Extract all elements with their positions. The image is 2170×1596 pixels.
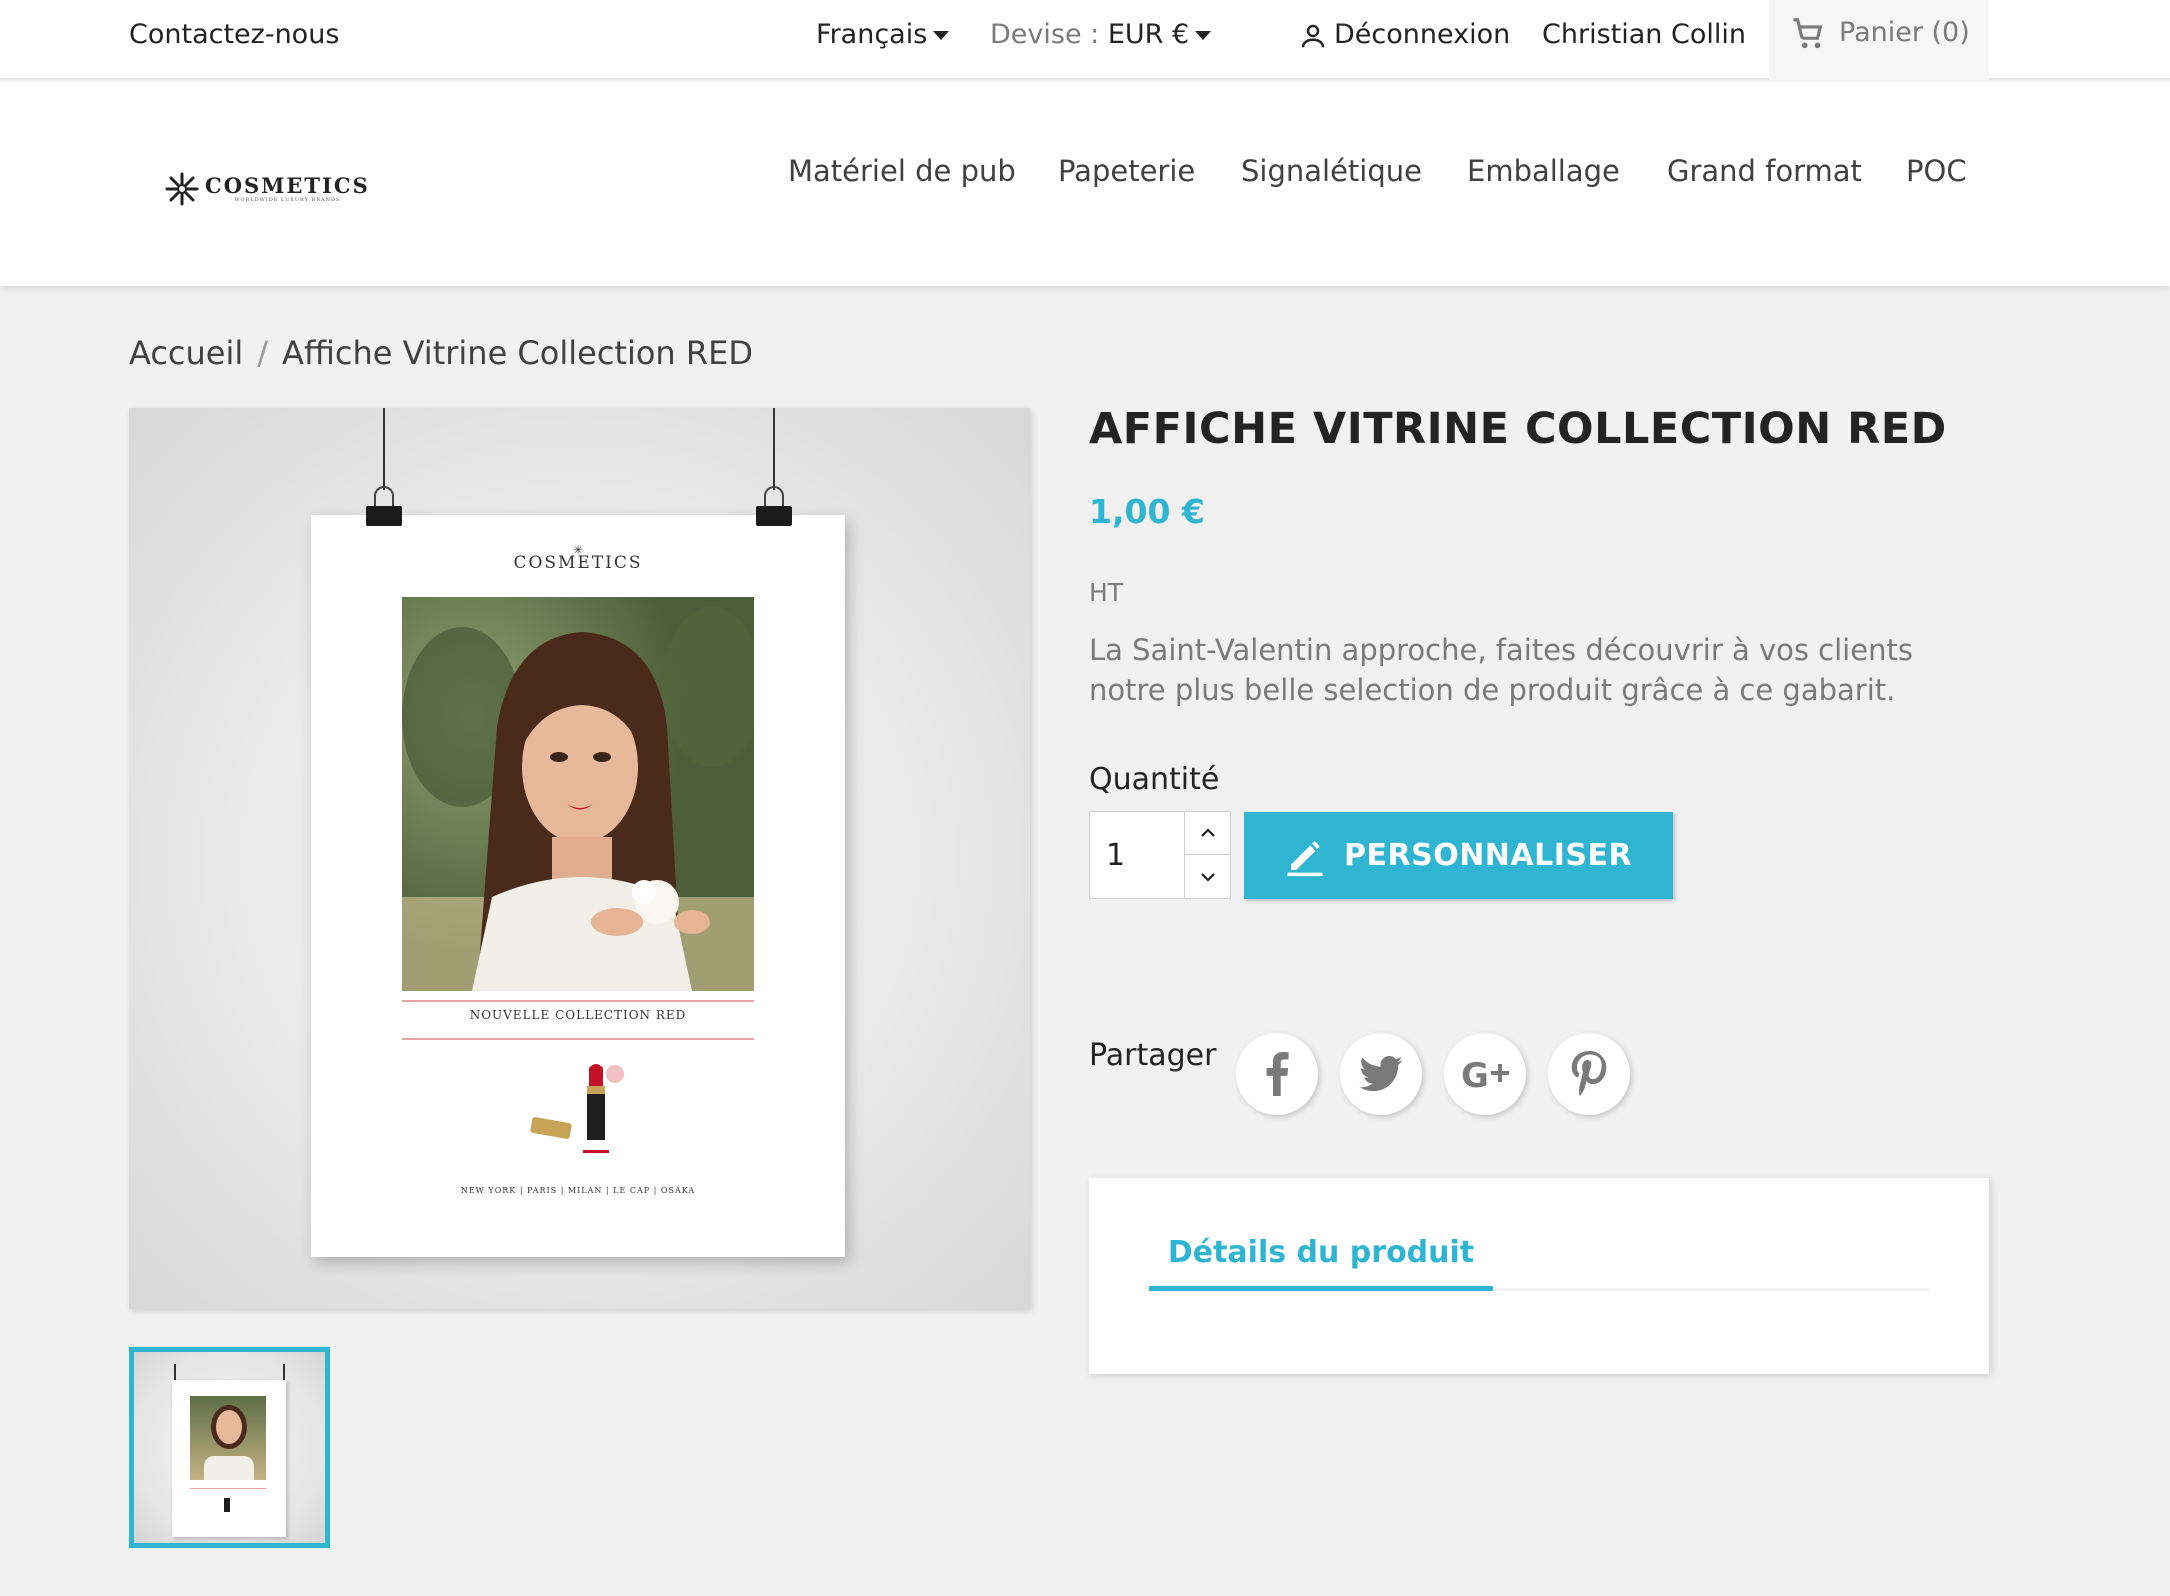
nav-item-poc[interactable]: POC: [1906, 154, 1967, 188]
cart-icon: [1793, 18, 1823, 49]
binder-clip-icon: [756, 506, 792, 526]
tab-product-details[interactable]: Détails du produit: [1149, 1228, 1493, 1291]
twitter-icon: [1359, 1056, 1403, 1092]
site-header: COSMETICS WORLDWIDE LUXURY BRANDS Matéri…: [0, 82, 2170, 286]
facebook-icon: [1266, 1052, 1289, 1096]
breadcrumb-current: Affiche Vitrine Collection RED: [282, 334, 753, 372]
pinterest-icon: [1571, 1051, 1607, 1096]
chevron-up-icon: [1200, 828, 1215, 837]
nav-item-emballage[interactable]: Emballage: [1467, 154, 1620, 188]
currency-value: EUR €: [1107, 19, 1190, 50]
breadcrumb-home[interactable]: Accueil: [129, 334, 243, 372]
product-title: AFFICHE VITRINE COLLECTION RED: [1089, 404, 1947, 454]
logo[interactable]: COSMETICS WORLDWIDE LUXURY BRANDS: [165, 172, 370, 206]
share-label: Partager: [1089, 1038, 1217, 1073]
hanging-wire: [773, 408, 775, 490]
product-cover-image[interactable]: ✳ COSMETICS NOUVELLE COLLECTION RED NEW …: [129, 408, 1030, 1309]
poster: ✳ COSMETICS NOUVELLE COLLECTION RED NEW …: [311, 515, 845, 1257]
breadcrumb-separator: /: [257, 334, 269, 372]
poster-cities: NEW YORK | PARIS | MILAN | LE CAP | OSAK…: [460, 1186, 696, 1195]
logout-link[interactable]: Déconnexion: [1298, 0, 1510, 80]
quantity-decrease-button[interactable]: [1184, 855, 1230, 898]
customize-button-label: PERSONNALISER: [1344, 838, 1633, 873]
language-selector[interactable]: Français: [816, 0, 950, 80]
top-bar: Contactez-nous Français Devise : EUR € D…: [0, 0, 2170, 80]
lipstick-image: [530, 1064, 624, 1153]
product-thumbnail[interactable]: [129, 1347, 330, 1548]
currency-selector[interactable]: Devise : EUR €: [990, 0, 1212, 80]
poster-rule: [402, 1000, 754, 1002]
account-link[interactable]: Christian Collin: [1542, 0, 1746, 80]
nav-item-signaletique[interactable]: Signalétique: [1241, 154, 1422, 188]
product-price: 1,00 €: [1089, 492, 1205, 531]
product-tabs: Détails du produit: [1089, 1178, 1989, 1374]
cart-label: Panier (0): [1839, 17, 1970, 48]
pencil-icon: [1287, 840, 1323, 876]
share-google-plus-button[interactable]: G: [1444, 1033, 1526, 1115]
product-description: La Saint-Valentin approche, faites décou…: [1089, 633, 1913, 707]
poster-photo: [402, 597, 754, 991]
contact-link[interactable]: Contactez-nous: [129, 0, 339, 80]
cart-button[interactable]: Panier (0): [1769, 0, 1989, 80]
share-pinterest-button[interactable]: [1548, 1033, 1630, 1115]
logo-star-icon: [165, 172, 199, 206]
nav-item-grand-format[interactable]: Grand format: [1667, 154, 1862, 188]
logout-label: Déconnexion: [1334, 19, 1511, 50]
poster-collection-title: NOUVELLE COLLECTION RED: [469, 1008, 687, 1022]
quantity-input[interactable]: [1090, 812, 1184, 898]
quantity-increase-button[interactable]: [1184, 812, 1230, 855]
breadcrumb: Accueil / Affiche Vitrine Collection RED: [129, 334, 753, 372]
tax-label: HT: [1089, 578, 1124, 607]
nav-item-papeterie[interactable]: Papeterie: [1058, 154, 1195, 188]
quantity-stepper: [1089, 811, 1231, 899]
poster-brand: COSMETICS: [513, 553, 643, 573]
svg-text:G: G: [1461, 1057, 1489, 1091]
chevron-down-icon: [1200, 872, 1215, 882]
share-twitter-button[interactable]: [1340, 1033, 1422, 1115]
logo-text: COSMETICS: [205, 173, 370, 198]
google-plus-icon: G: [1461, 1057, 1509, 1091]
currency-label: Devise :: [990, 19, 1100, 50]
binder-clip-icon: [366, 506, 402, 526]
language-label: Français: [816, 19, 928, 50]
caret-down-icon: [1195, 31, 1212, 40]
user-icon: [1301, 24, 1325, 47]
customize-button[interactable]: PERSONNALISER: [1244, 812, 1673, 899]
hanging-wire: [383, 408, 385, 490]
nav-item-materiel-de-pub[interactable]: Matériel de pub: [788, 154, 1016, 188]
quantity-label: Quantité: [1089, 762, 1220, 797]
poster-rule: [402, 1038, 754, 1040]
share-facebook-button[interactable]: [1236, 1033, 1318, 1115]
caret-down-icon: [933, 31, 950, 40]
